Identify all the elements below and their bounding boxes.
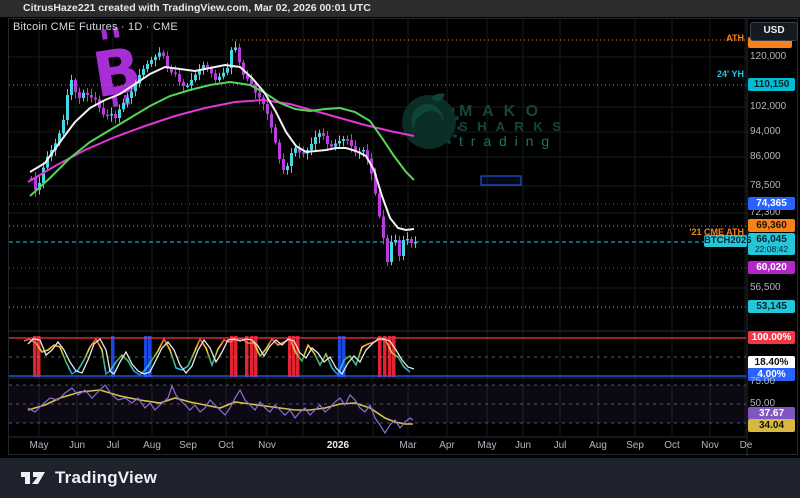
time-axis[interactable]: May Jun Jul Aug Sep Oct Nov 2026 Mar Apr May Jun Jul…	[0, 437, 800, 456]
time-axis-label: Jul	[107, 440, 120, 451]
time-axis-label: Sep	[179, 440, 197, 451]
time-axis-label: Jul	[554, 440, 567, 451]
price-tick-label: 86,000	[750, 151, 798, 162]
currency-toggle-button[interactable]: USD	[750, 22, 798, 41]
price-tick-label: 94,000	[750, 126, 798, 137]
time-axis-label: Nov	[258, 440, 276, 451]
time-axis-label: Aug	[589, 440, 607, 451]
time-axis-label: May	[30, 440, 49, 451]
price-tick-label: 120,000	[750, 51, 798, 62]
rsi-level-50: 50.00	[750, 398, 798, 409]
time-axis-label: De	[740, 440, 753, 451]
time-axis-label: May	[478, 440, 497, 451]
time-axis-label: Oct	[218, 440, 234, 451]
footer-brand-text[interactable]: TradingView	[55, 468, 157, 488]
ath-line-note: ATH	[684, 33, 744, 43]
price-line-label: 69,360	[748, 219, 795, 232]
yearly-high-note: 24' YH	[684, 69, 744, 79]
time-axis-label: Jun	[515, 440, 531, 451]
price-tick-label: 102,000	[750, 101, 798, 112]
time-axis-label: Sep	[626, 440, 644, 451]
price-line-label: 110,150	[748, 78, 795, 91]
stoch-upper-label: 100.00%	[748, 331, 795, 344]
rsi-level-75: 75.00	[750, 376, 798, 387]
symbol-title[interactable]: Bitcoin CME Futures · 1D · CME	[13, 21, 178, 33]
time-axis-label: 2026	[327, 440, 349, 451]
tradingview-logo-icon[interactable]	[21, 468, 47, 488]
time-axis-label: Apr	[439, 440, 455, 451]
rsi-ma-label: 34.04	[748, 419, 795, 432]
time-axis-label: Mar	[399, 440, 416, 451]
price-line-label: 74,365	[748, 197, 795, 210]
time-axis-label: Oct	[664, 440, 680, 451]
tradingview-screenshot: CitrusHaze221 created with TradingView.c…	[0, 0, 800, 498]
price-line-label: 53,145	[748, 300, 795, 313]
time-axis-label: Nov	[701, 440, 719, 451]
time-axis-label: Jun	[69, 440, 85, 451]
price-line-label: 66,04522:08:42	[748, 233, 795, 255]
price-tick-label: 78,500	[750, 180, 798, 191]
time-axis-label: Aug	[143, 440, 161, 451]
footer-bar: TradingView	[0, 458, 800, 498]
countdown-timer: 22:08:42	[748, 244, 795, 254]
price-axis[interactable]: 120,000102,00094,00086,00078,50072,30056…	[747, 18, 800, 437]
price-line-label: 60,020	[748, 261, 795, 274]
contract-tag: BTCH2026	[704, 235, 747, 247]
price-tick-label: 56,500	[750, 282, 798, 293]
